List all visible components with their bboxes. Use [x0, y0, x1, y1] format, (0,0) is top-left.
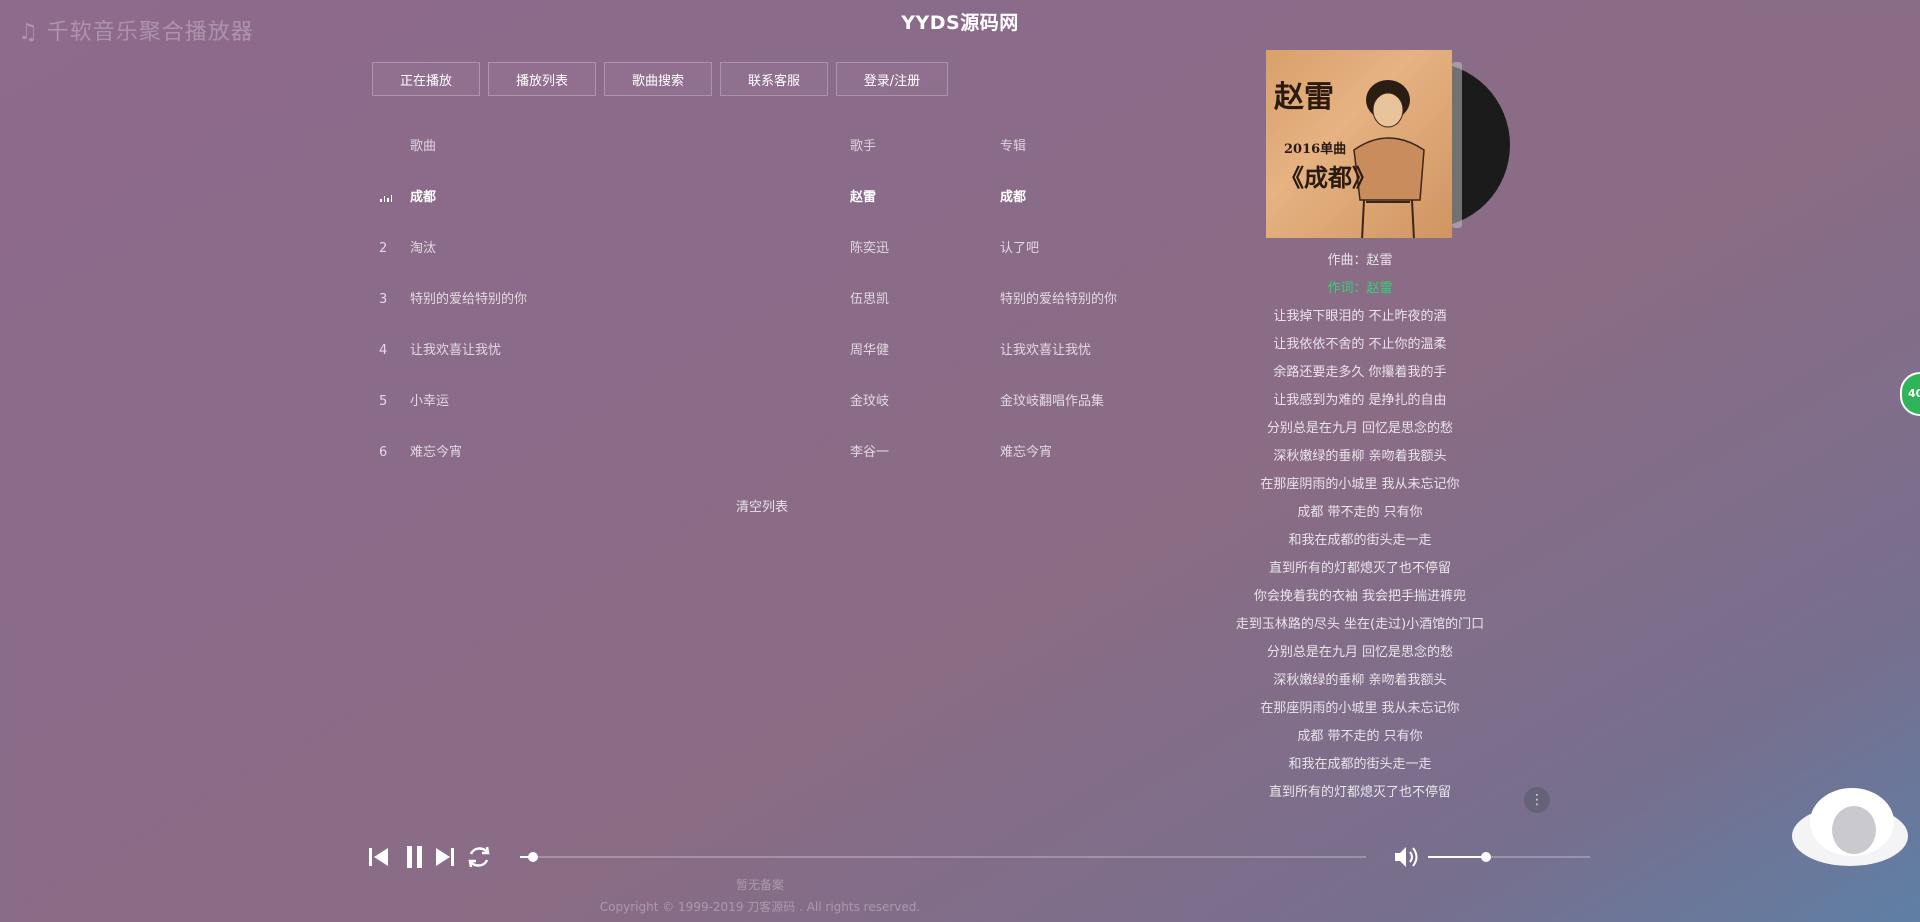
disc-edge — [1452, 62, 1462, 228]
lyric-line: 让我依依不舍的 不止你的温柔 — [1273, 337, 1447, 352]
cover-song-text: 《成都》 — [1280, 163, 1376, 192]
song-album: 金玟岐翻唱作品集 — [1000, 394, 1105, 409]
nav-contact-button[interactable]: 联系客服 — [720, 62, 828, 96]
loop-icon[interactable] — [464, 842, 494, 872]
player-controls — [366, 842, 1606, 872]
playing-bars-icon — [380, 194, 392, 202]
lyric-line: 在那座阴雨的小城里 我从未忘记你 — [1260, 477, 1460, 492]
pause-icon[interactable] — [402, 842, 428, 872]
footer: 暂无备案 Copyright © 1999-2019 刀客源码 . All ri… — [0, 874, 1520, 918]
lyric-line: 余路还要走多久 你攥着我的手 — [1273, 365, 1447, 380]
header-song: 歌曲 — [410, 139, 437, 154]
song-number: 5 — [379, 394, 388, 409]
clear-list-button[interactable]: 清空列表 — [372, 496, 1152, 515]
lyric-line: 直到所有的灯都熄灭了也不停留 — [1268, 561, 1451, 576]
song-artist: 李谷一 — [850, 445, 890, 460]
lyric-line: 你会挽着我的衣袖 我会把手揣进裤兜 — [1253, 589, 1467, 604]
song-album: 让我欢喜让我忧 — [1000, 343, 1092, 358]
song-row[interactable]: 3 特别的爱给特别的你 伍思凯 特别的爱给特别的你 — [372, 278, 1152, 329]
lyric-line: 成都 带不走的 只有你 — [1297, 729, 1423, 744]
lyric-line: 深秋嫩绿的垂柳 亲吻着我额头 — [1273, 673, 1447, 688]
song-artist: 赵雷 — [850, 190, 877, 205]
lyric-line: 和我在成都的街头走一走 — [1288, 533, 1432, 548]
progress-knob[interactable] — [527, 852, 538, 862]
song-album: 认了吧 — [1000, 241, 1040, 256]
lyrics-panel: 作曲：赵雷 作词：赵雷 让我掉下眼泪的 不止昨夜的酒 让我依依不舍的 不止你的温… — [1160, 251, 1560, 811]
song-number: 4 — [379, 343, 388, 358]
song-artist: 陈奕迅 — [850, 241, 890, 256]
lyric-line: 分别总是在九月 回忆是思念的愁 — [1266, 421, 1454, 436]
song-title: 淘汰 — [410, 241, 437, 256]
song-list-header: 歌曲 歌手 专辑 — [372, 125, 1152, 176]
nav-login-button[interactable]: 登录/注册 — [836, 62, 948, 96]
song-artist: 金玟岐 — [850, 394, 890, 409]
song-album: 难忘今宵 — [1000, 445, 1053, 460]
lyric-line: 成都 带不走的 只有你 — [1297, 505, 1423, 520]
more-options-icon[interactable]: ⋮ — [1524, 787, 1550, 813]
cover-artist-text: 赵雷 — [1274, 80, 1334, 115]
volume-slider[interactable] — [1428, 852, 1590, 862]
volume-knob[interactable] — [1481, 852, 1492, 862]
main-nav: 正在播放 播放列表 歌曲搜索 联系客服 登录/注册 — [372, 62, 948, 96]
song-number: 3 — [379, 292, 388, 307]
lyric-line: 让我掉下眼泪的 不止昨夜的酒 — [1273, 309, 1447, 324]
floating-badge[interactable]: 40 — [1900, 372, 1920, 416]
song-artist: 伍思凯 — [850, 292, 890, 307]
lyric-line: 直到所有的灯都熄灭了也不停留 — [1268, 785, 1451, 800]
nav-search-button[interactable]: 歌曲搜索 — [604, 62, 712, 96]
header-artist: 歌手 — [850, 139, 877, 154]
album-cover: 赵雷 2016单曲 《成都》 — [1266, 50, 1510, 240]
song-title: 让我欢喜让我忧 — [410, 343, 502, 358]
song-title: 特别的爱给特别的你 — [410, 292, 528, 307]
lyric-line: 和我在成都的街头走一走 — [1288, 757, 1432, 772]
lyric-line: 分别总是在九月 回忆是思念的愁 — [1266, 645, 1454, 660]
song-row[interactable]: 4 让我欢喜让我忧 周华健 让我欢喜让我忧 — [372, 329, 1152, 380]
volume-fill — [1428, 856, 1487, 858]
volume-icon[interactable] — [1392, 842, 1420, 872]
song-title: 成都 — [410, 190, 437, 205]
nav-playlist-button[interactable]: 播放列表 — [488, 62, 596, 96]
lyric-line: 在那座阴雨的小城里 我从未忘记你 — [1260, 701, 1460, 716]
song-title: 小幸运 — [410, 394, 450, 409]
song-row[interactable]: 2 淘汰 陈奕迅 认了吧 — [372, 227, 1152, 278]
lyric-line: 让我感到为难的 是挣扎的自由 — [1273, 393, 1447, 408]
site-title: YYDS源码网 — [901, 12, 1019, 34]
lyric-line-active: 作词：赵雷 — [1327, 281, 1393, 296]
singer-illustration-icon — [1353, 80, 1425, 238]
song-album: 特别的爱给特别的你 — [1000, 292, 1118, 307]
song-title: 难忘今宵 — [410, 445, 463, 460]
album-art: 赵雷 2016单曲 《成都》 — [1266, 50, 1452, 238]
footer-icp: 暂无备案 — [735, 878, 784, 892]
lyric-line: 深秋嫩绿的垂柳 亲吻着我额头 — [1273, 449, 1447, 464]
song-row[interactable]: 成都 赵雷 成都 — [372, 176, 1152, 227]
next-icon[interactable] — [432, 842, 458, 872]
song-row[interactable]: 5 小幸运 金玟岐 金玟岐翻唱作品集 — [372, 380, 1152, 431]
header-album: 专辑 — [1000, 139, 1027, 154]
lyric-line: 走到玉林路的尽头 坐在(走过)小酒馆的门口 — [1235, 617, 1485, 632]
song-number: 2 — [379, 241, 388, 256]
song-album: 成都 — [1000, 190, 1027, 205]
lyric-line: 作曲：赵雷 — [1327, 253, 1393, 268]
nav-now-playing-button[interactable]: 正在播放 — [372, 62, 480, 96]
cloud-decoration-icon — [1792, 788, 1908, 866]
progress-bar[interactable] — [520, 852, 1366, 862]
song-number: 6 — [379, 445, 388, 460]
song-artist: 周华健 — [850, 343, 890, 358]
song-list: 歌曲 歌手 专辑 成都 赵雷 成都 2 淘汰 陈奕迅 认了吧 3 特别的爱给特别… — [372, 125, 1152, 482]
cover-year-text: 2016单曲 — [1284, 142, 1347, 157]
footer-copyright: Copyright © 1999-2019 刀客源码 . All rights … — [599, 900, 921, 914]
song-row[interactable]: 6 难忘今宵 李谷一 难忘今宵 — [372, 431, 1152, 482]
previous-icon[interactable] — [366, 842, 392, 872]
